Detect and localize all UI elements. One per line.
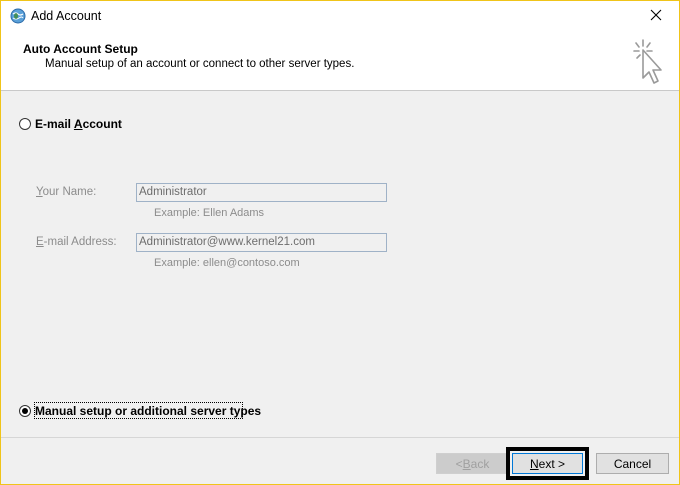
footer-separator [1, 437, 679, 438]
cancel-button[interactable]: Cancel [596, 453, 669, 474]
window-title: Add Account [31, 9, 102, 23]
back-button-hotkey: B [462, 456, 471, 471]
your-name-label: Your Name: [36, 186, 96, 198]
back-button-prefix: < [455, 456, 463, 471]
outlook-globe-icon [10, 8, 26, 24]
next-button-hotkey: N [529, 456, 539, 471]
header-title: Auto Account Setup [23, 42, 138, 56]
email-account-label-rest: ccount [82, 117, 122, 131]
next-button[interactable]: Next > [512, 453, 583, 474]
close-button[interactable] [633, 1, 679, 32]
close-icon [650, 9, 662, 24]
email-account-label[interactable]: E-mail Account [35, 117, 122, 131]
title-bar: Add Account [1, 1, 679, 32]
email-address-input[interactable]: Administrator@www.kernel21.com [136, 233, 387, 252]
email-address-label: E-mail Address: [36, 236, 117, 248]
cursor-sparkle-icon [629, 38, 669, 86]
email-address-example: Example: ellen@contoso.com [154, 257, 300, 269]
manual-setup-label[interactable]: Manual setup or additional server types [35, 404, 261, 418]
your-name-input[interactable]: Administrator [136, 183, 387, 202]
add-account-dialog: Add Account Auto Account Setup Manual se… [0, 0, 680, 485]
next-button-rest: ext > [538, 456, 566, 471]
your-name-example: Example: Ellen Adams [154, 207, 265, 219]
your-name-label-rest: our Name: [42, 186, 97, 198]
email-account-label-hotkey: A [73, 117, 83, 131]
manual-setup-radio[interactable] [19, 405, 31, 417]
header-subtitle: Manual setup of an account or connect to… [45, 58, 355, 70]
back-button[interactable]: < Back [436, 453, 509, 474]
your-name-label-hotkey: Y [36, 186, 43, 198]
email-account-radio[interactable] [19, 118, 31, 130]
email-account-label-prefix: E-mail [35, 117, 74, 131]
wizard-header: Auto Account Setup Manual setup of an ac… [1, 32, 679, 91]
back-button-rest: ack [470, 456, 490, 471]
email-address-label-rest: -mail Address: [43, 236, 117, 248]
email-address-label-hotkey: E [36, 236, 44, 248]
